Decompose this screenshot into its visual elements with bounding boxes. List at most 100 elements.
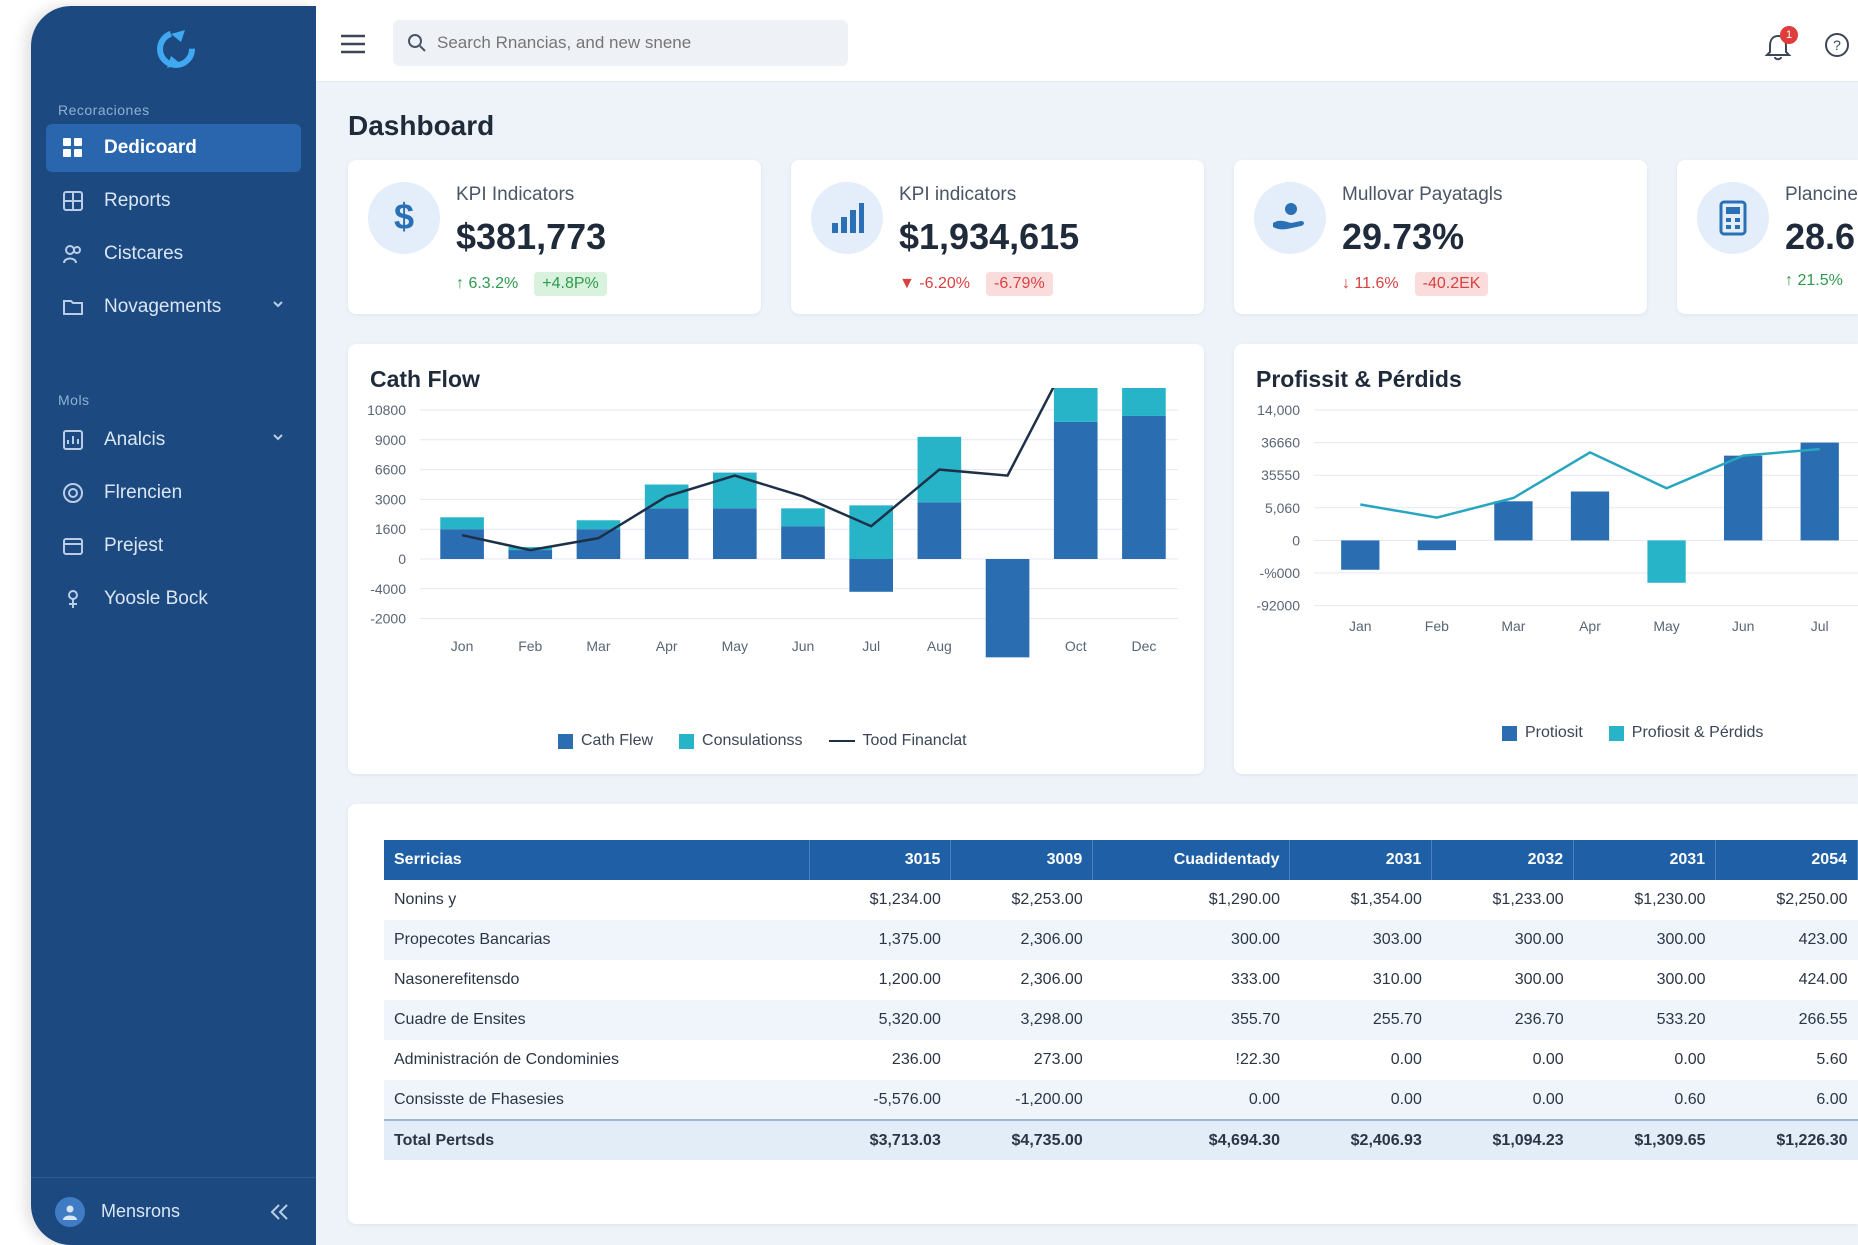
y-tick-label: 1600: [375, 521, 406, 537]
table-cell: 355.70: [1092, 1000, 1290, 1040]
table-cell: 0.00: [1532, 1051, 1564, 1068]
table-header-cell[interactable]: 2031: [1289, 840, 1433, 880]
table-header-cell[interactable]: 2054: [1715, 840, 1858, 880]
y-tick-label: 0: [1292, 532, 1300, 548]
table-cell: $3,713.03: [809, 1119, 951, 1160]
kpi-change: ▼ -6.20% -6.79%: [899, 272, 1053, 296]
table-cell: 2,306.00: [950, 920, 1093, 960]
chart-legend: Cath Flew Consulationss Tood Financlat: [558, 732, 993, 750]
bar: [1647, 540, 1686, 583]
sidebar-item-project[interactable]: Prejest: [46, 522, 301, 570]
kpi-card[interactable]: KPI indicators $1,934,615 ▼ -6.20% -6.79…: [791, 160, 1204, 314]
main-content: 1 ? Dashboard $ KPI Indicators $381,773 …: [316, 6, 1858, 1245]
table-header-cell[interactable]: Cuadidentady: [1092, 840, 1291, 880]
table-header-cell[interactable]: 3009: [950, 840, 1094, 880]
bar: [1122, 388, 1166, 416]
table-header-cell[interactable]: 3015: [809, 840, 952, 880]
table-cell: Total Pertsds: [384, 1119, 809, 1160]
table-cell: $2,250.00: [1776, 891, 1848, 908]
bar: [1494, 501, 1533, 541]
y-tick-label: 5,060: [1265, 500, 1300, 516]
y-tick-label: -%000: [1260, 565, 1301, 581]
kpi-label: Mullovar Payatagls: [1342, 184, 1503, 205]
chevron-down-icon: [273, 434, 283, 441]
table-row[interactable]: Nonins y $1,234.00 $2,253.00 $1,290.00 $1,35…: [384, 880, 1858, 920]
arrow-up-icon: ↑: [1785, 272, 1798, 289]
settings-icon: [60, 586, 86, 612]
kpi-card[interactable]: Mullovar Payatagls 29.73% ↓ 11.6% -40.2E…: [1234, 160, 1647, 314]
dollar-icon: $: [368, 182, 440, 254]
kpi-card[interactable]: $ KPI Indicators $381,773 ↑ 6.3.2% +4.8P…: [348, 160, 761, 314]
table-cell: 0.00: [1431, 1080, 1574, 1120]
notification-button[interactable]: 1: [1764, 26, 1798, 62]
table-row[interactable]: Nasonerefitensdo 1,200.00 2,306.00 333.00 31…: [384, 960, 1858, 1000]
table-cell: 300.00: [1092, 920, 1290, 960]
table-cell: Administración de Condominies: [394, 1051, 619, 1068]
sidebar-item-settings[interactable]: Yoosle Bock: [46, 575, 301, 623]
bar: [1800, 442, 1839, 541]
customers-icon: [60, 241, 86, 267]
folder-icon: [60, 294, 86, 320]
kpi-change-value: 6.3.2%: [468, 275, 519, 292]
search-input[interactable]: [437, 33, 837, 53]
sidebar-item-reports[interactable]: Reports: [46, 177, 301, 225]
table-cell: $1,233.00: [1492, 891, 1564, 908]
y-tick-label: -4000: [370, 581, 406, 597]
table-cell: $1,230.00: [1634, 891, 1706, 908]
y-tick-label: 9000: [375, 432, 406, 448]
bar: [781, 526, 825, 559]
table-cell: 5,320.00: [809, 1000, 951, 1040]
table-header-cell[interactable]: Serricias: [384, 840, 810, 880]
table-cell: $1,226.30: [1715, 1119, 1858, 1160]
table-cell: 0.00: [1092, 1080, 1290, 1120]
bar: [985, 559, 1030, 658]
x-tick-label: May: [722, 638, 748, 654]
analytics-icon: [60, 427, 86, 453]
x-tick-label: May: [1653, 618, 1679, 634]
table-header-cell[interactable]: 2032: [1431, 840, 1575, 880]
table-row[interactable]: Administración de Condominies 236.00 273.0…: [384, 1040, 1858, 1080]
table-cell: $2,406.93: [1289, 1119, 1432, 1160]
table-cell: 0.00: [1289, 1080, 1432, 1120]
bar: [713, 472, 757, 509]
profit-loss-card: Profissit & Pérdids 14,000 36660 35550 5,06…: [1234, 344, 1858, 774]
x-tick-label: Mar: [586, 638, 610, 654]
collapse-icon[interactable]: [268, 1202, 290, 1222]
sidebar-item-finance[interactable]: Flrencien: [46, 469, 301, 517]
table-total-row[interactable]: Total Pertsds $3,713.03 $4,735.00 $4,694.30…: [384, 1119, 1858, 1160]
sidebar-item-dashboard[interactable]: Dedicoard: [46, 124, 301, 172]
table-header-cell[interactable]: 2031: [1573, 840, 1717, 880]
bar: [1341, 540, 1380, 570]
kpi-change: ↑ 6.3.2% +4.8P%: [456, 272, 607, 296]
bar-chart-icon: [811, 182, 883, 254]
table-cell: 1,375.00: [809, 920, 951, 960]
table-cell: 236.70: [1431, 1000, 1574, 1040]
table-cell: Nonins y: [394, 891, 457, 908]
y-tick-label: 0: [398, 551, 406, 567]
finance-icon: [60, 480, 86, 506]
bar: [1053, 388, 1098, 422]
x-tick-label: Jun: [1732, 618, 1755, 634]
menu-icon[interactable]: [340, 34, 366, 54]
sidebar-item-label: Novagements: [104, 296, 222, 317]
table-row[interactable]: Consisste de Fhasesies -5,576.00 -1,200.00…: [384, 1080, 1858, 1120]
sidebar-item-managements[interactable]: Novagements: [46, 283, 301, 331]
svg-text:?: ?: [1833, 37, 1841, 53]
kpi-card[interactable]: Plancine 28.6 ↑ 21.5%: [1677, 160, 1858, 314]
avatar[interactable]: [55, 1196, 85, 1227]
y-tick-label: 14,000: [1257, 402, 1300, 418]
table-cell: 3,298.00: [950, 1000, 1093, 1040]
y-tick-label: 10800: [367, 402, 406, 418]
sidebar-item-analytics[interactable]: Analcis: [46, 416, 301, 464]
sidebar-item-label: Dedicoard: [104, 137, 197, 158]
help-icon[interactable]: ?: [1824, 32, 1850, 58]
topbar: 1 ?: [316, 6, 1858, 82]
legend-label: Consulationss: [702, 732, 803, 749]
sidebar-section-label: Mols: [58, 392, 90, 408]
table-row[interactable]: Cuadre de Ensites 5,320.00 3,298.00 355.70 2…: [384, 1000, 1858, 1040]
search-bar[interactable]: [393, 20, 848, 66]
table-cell: 303.00: [1289, 920, 1432, 960]
search-icon: [408, 34, 426, 52]
table-row[interactable]: Propecotes Bancarias 1,375.00 2,306.00 300.…: [384, 920, 1858, 960]
sidebar-item-customers[interactable]: Cistcares: [46, 230, 301, 278]
